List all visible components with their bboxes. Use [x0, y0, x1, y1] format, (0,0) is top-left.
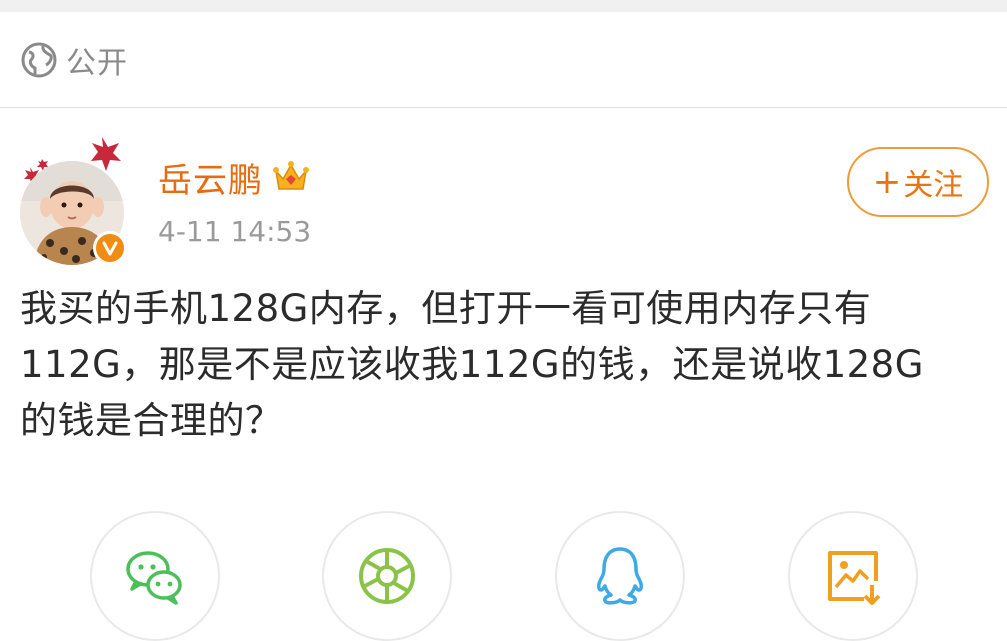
follow-label: 关注	[903, 168, 964, 203]
follow-button[interactable]: + 关注	[847, 147, 989, 217]
share-qq-button[interactable]	[555, 511, 685, 641]
post-timestamp: 4-11 14:53	[158, 215, 312, 248]
wechat-icon	[126, 551, 182, 605]
visibility-label: 公开	[66, 45, 128, 81]
share-wechat-button[interactable]	[90, 511, 220, 641]
globe-icon	[21, 42, 57, 77]
moments-icon	[359, 548, 415, 604]
share-save-image-button[interactable]	[788, 511, 918, 641]
post-text: 我买的手机128G内存，但打开一看可使用内存只有 112G，那是不是应该收我11…	[20, 281, 980, 449]
share-row	[0, 511, 1007, 641]
vip-v-icon	[93, 231, 127, 265]
post-text-line: 我买的手机128G内存，但打开一看可使用内存只有	[20, 287, 872, 330]
post-card: 岳云鹏 4-11 14:53 + 关注 我买的手机128G内存，但打开一看可使用…	[0, 109, 1007, 641]
post-text-line: 的钱是合理的？	[20, 399, 283, 442]
plus-icon: +	[872, 162, 902, 202]
qq-icon	[597, 547, 643, 605]
avatar[interactable]	[20, 131, 128, 265]
author-row: 岳云鹏	[158, 153, 311, 201]
top-divider-strip	[0, 0, 1007, 12]
crown-icon[interactable]	[271, 157, 311, 197]
save-image-icon	[828, 551, 881, 605]
post-text-line: 112G，那是不是应该收我112G的钱，还是说收128G	[20, 343, 924, 386]
visibility-row[interactable]: 公开	[0, 12, 1007, 108]
share-moments-button[interactable]	[322, 511, 452, 641]
author-name[interactable]: 岳云鹏	[158, 153, 263, 202]
